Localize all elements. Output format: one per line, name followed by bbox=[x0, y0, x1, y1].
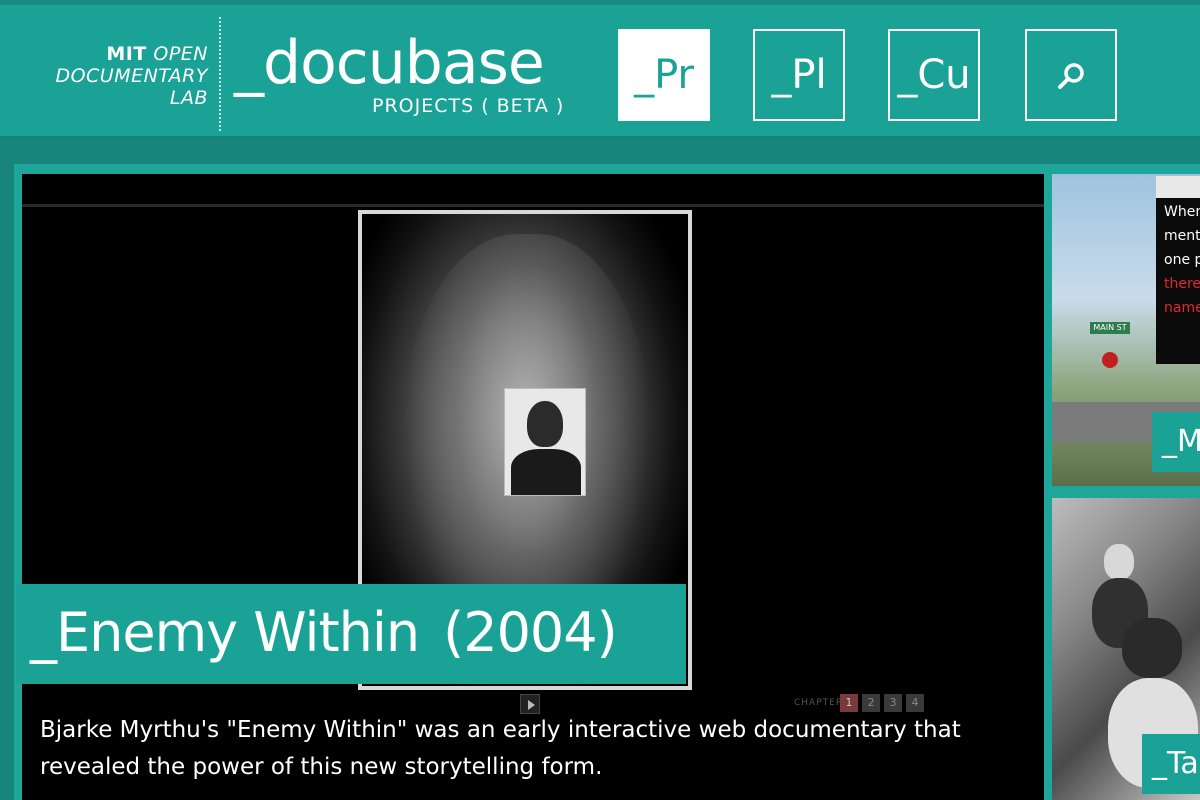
portrait-photo bbox=[504, 388, 586, 496]
poster-line: named bbox=[1164, 300, 1200, 316]
nav-curators-button[interactable]: _Cu bbox=[888, 29, 980, 121]
stop-sign bbox=[1102, 352, 1118, 368]
tile-figure bbox=[1122, 618, 1182, 678]
play-button[interactable] bbox=[520, 694, 540, 714]
docubase-logo[interactable]: _docubase bbox=[234, 31, 545, 95]
project-title: _Enemy Within bbox=[30, 601, 420, 664]
poster-line: When bbox=[1164, 204, 1200, 220]
header-divider bbox=[219, 17, 221, 131]
featured-description: Bjarke Myrthu's "Enemy Within" was an ea… bbox=[40, 717, 961, 780]
chapter-3-button[interactable]: 3 bbox=[884, 694, 902, 712]
logo-open: OPEN bbox=[153, 43, 208, 65]
logo-lab: LAB bbox=[169, 87, 208, 109]
side-tile-2[interactable]: _Ta bbox=[1052, 498, 1200, 800]
poster-line: one pe bbox=[1164, 252, 1200, 268]
side-tile-1-label: _M bbox=[1152, 412, 1200, 472]
side-tile-2-label: _Ta bbox=[1142, 734, 1200, 794]
chapter-1-button[interactable]: 1 bbox=[840, 694, 858, 712]
portrait-head bbox=[527, 401, 563, 447]
chapter-label: CHAPTER bbox=[794, 698, 844, 708]
featured-title: _Enemy Within (2004) bbox=[30, 598, 618, 668]
video-top-line bbox=[22, 204, 1044, 207]
street-sign: MAIN ST bbox=[1090, 322, 1130, 334]
poster-line: there bbox=[1164, 276, 1200, 292]
search-button[interactable] bbox=[1025, 29, 1117, 121]
logo-mit: MIT bbox=[106, 43, 147, 65]
mit-open-documentary-lab-logo[interactable]: MIT OPEN DOCUMENTARY LAB bbox=[20, 43, 208, 109]
poster-line: mentic bbox=[1164, 228, 1200, 244]
portrait-body bbox=[511, 449, 581, 495]
nav-playlists-button[interactable]: _Pl bbox=[753, 29, 845, 121]
chapter-4-button[interactable]: 4 bbox=[906, 694, 924, 712]
tile-figure bbox=[1104, 544, 1134, 580]
logo-documentary: DOCUMENTARY bbox=[55, 65, 208, 87]
side-tile-1[interactable]: When mentic one pe there named MAIN ST _… bbox=[1052, 174, 1200, 486]
tile-poster: When mentic one pe there named bbox=[1156, 176, 1200, 364]
project-year: (2004) bbox=[443, 601, 618, 664]
chapter-2-button[interactable]: 2 bbox=[862, 694, 880, 712]
featured-title-bar[interactable]: _Enemy Within (2004) bbox=[16, 584, 686, 684]
site-header: MIT OPEN DOCUMENTARY LAB _docubase PROJE… bbox=[0, 0, 1200, 136]
nav-projects-button[interactable]: _Pr bbox=[618, 29, 710, 121]
brand-subtitle: PROJECTS ( BETA ) bbox=[372, 95, 565, 117]
search-icon bbox=[1058, 63, 1084, 89]
